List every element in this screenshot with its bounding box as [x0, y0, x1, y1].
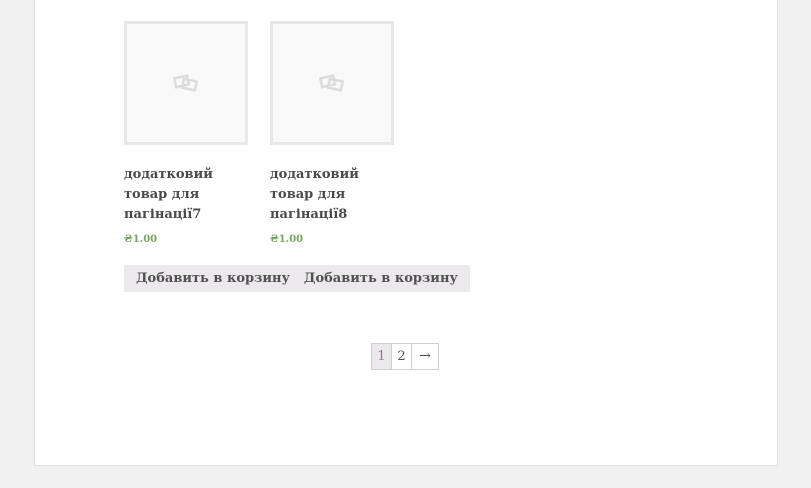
pagination: 1 2 →: [371, 343, 439, 370]
placeholder-image-icon: [172, 74, 199, 92]
add-to-cart-row: Добавить в корзину Добавить в корзину: [124, 265, 470, 292]
product-thumbnail[interactable]: [270, 21, 394, 145]
page-link-2[interactable]: 2: [392, 344, 412, 369]
product-title[interactable]: додатковий товар для пагінації7: [124, 165, 254, 225]
add-to-cart-button[interactable]: Добавить в корзину: [302, 265, 470, 292]
add-to-cart-button[interactable]: Добавить в корзину: [124, 265, 302, 292]
page-link-1[interactable]: 1: [372, 344, 392, 369]
placeholder-image-icon: [318, 74, 345, 92]
product-thumbnail[interactable]: [124, 21, 248, 145]
product-card[interactable]: додатковий товар для пагінації8 ₴1.00: [270, 21, 394, 245]
product-title[interactable]: додатковий товар для пагінації8: [270, 165, 400, 225]
product-card[interactable]: додатковий товар для пагінації7 ₴1.00: [124, 21, 248, 245]
product-price: ₴1.00: [270, 234, 304, 245]
product-price: ₴1.00: [124, 234, 158, 245]
next-page-arrow-icon[interactable]: →: [412, 344, 438, 369]
